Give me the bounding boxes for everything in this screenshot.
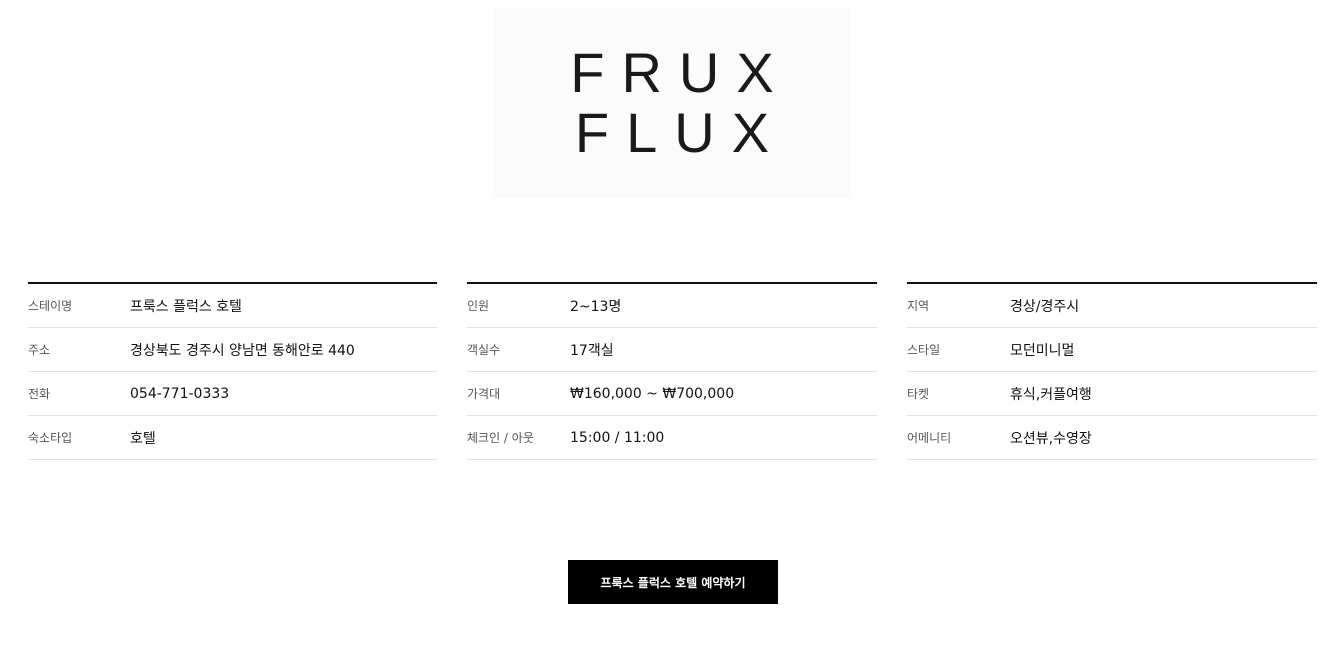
hotel-logo: FRUX FLUX [493, 8, 851, 198]
info-value: 오션뷰,수영장 [1010, 430, 1092, 447]
info-column-basic: 스테이명 프룩스 플럭스 호텔 주소 경상북도 경주시 양남면 동해안로 440… [28, 282, 437, 460]
book-hotel-button[interactable]: 프룩스 플럭스 호텔 예약하기 [568, 560, 778, 604]
info-value: 15:00 / 11:00 [570, 429, 665, 446]
info-value: 2~13명 [570, 298, 622, 315]
info-row-rooms: 객실수 17객실 [467, 328, 877, 372]
info-row-address: 주소 경상북도 경주시 양남면 동해안로 440 [28, 328, 437, 372]
info-value: 휴식,커플여행 [1010, 386, 1092, 403]
info-label: 인원 [467, 299, 490, 313]
info-row-check-in-out: 체크인 / 아웃 15:00 / 11:00 [467, 416, 877, 460]
info-label: 스테이명 [28, 299, 73, 313]
info-value: ₩160,000 ~ ₩700,000 [570, 385, 735, 402]
info-label: 타켓 [907, 387, 930, 401]
info-value: 054-771-0333 [130, 385, 230, 402]
info-label: 스타일 [907, 343, 941, 357]
info-row-phone: 전화 054-771-0333 [28, 372, 437, 416]
info-label: 가격대 [467, 387, 501, 401]
info-label: 어메니티 [907, 431, 952, 445]
info-column-capacity: 인원 2~13명 객실수 17객실 가격대 ₩160,000 ~ ₩700,00… [467, 282, 877, 460]
info-label: 숙소타입 [28, 431, 73, 445]
info-row-region: 지역 경상/경주시 [907, 284, 1317, 328]
info-value: 경상북도 경주시 양남면 동해안로 440 [130, 342, 355, 359]
logo-line-1: FRUX [570, 41, 791, 104]
info-value: 모던미니멀 [1010, 342, 1075, 359]
info-label: 체크인 / 아웃 [467, 431, 534, 445]
info-row-guests: 인원 2~13명 [467, 284, 877, 328]
info-value: 프룩스 플럭스 호텔 [130, 298, 242, 315]
logo-line-2: FLUX [574, 101, 787, 164]
info-column-details: 지역 경상/경주시 스타일 모던미니멀 타켓 휴식,커플여행 어메니티 오션뷰,… [907, 282, 1317, 460]
info-row-amenities: 어메니티 오션뷰,수영장 [907, 416, 1317, 460]
info-row-stay-name: 스테이명 프룩스 플럭스 호텔 [28, 284, 437, 328]
info-row-target: 타켓 휴식,커플여행 [907, 372, 1317, 416]
info-value: 경상/경주시 [1010, 298, 1080, 315]
info-row-style: 스타일 모던미니멀 [907, 328, 1317, 372]
info-label: 객실수 [467, 343, 501, 357]
info-value: 호텔 [130, 430, 156, 447]
info-row-stay-type: 숙소타입 호텔 [28, 416, 437, 460]
info-label: 전화 [28, 387, 51, 401]
info-label: 지역 [907, 299, 930, 313]
info-row-price-range: 가격대 ₩160,000 ~ ₩700,000 [467, 372, 877, 416]
info-value: 17객실 [570, 342, 614, 359]
info-label: 주소 [28, 343, 51, 357]
